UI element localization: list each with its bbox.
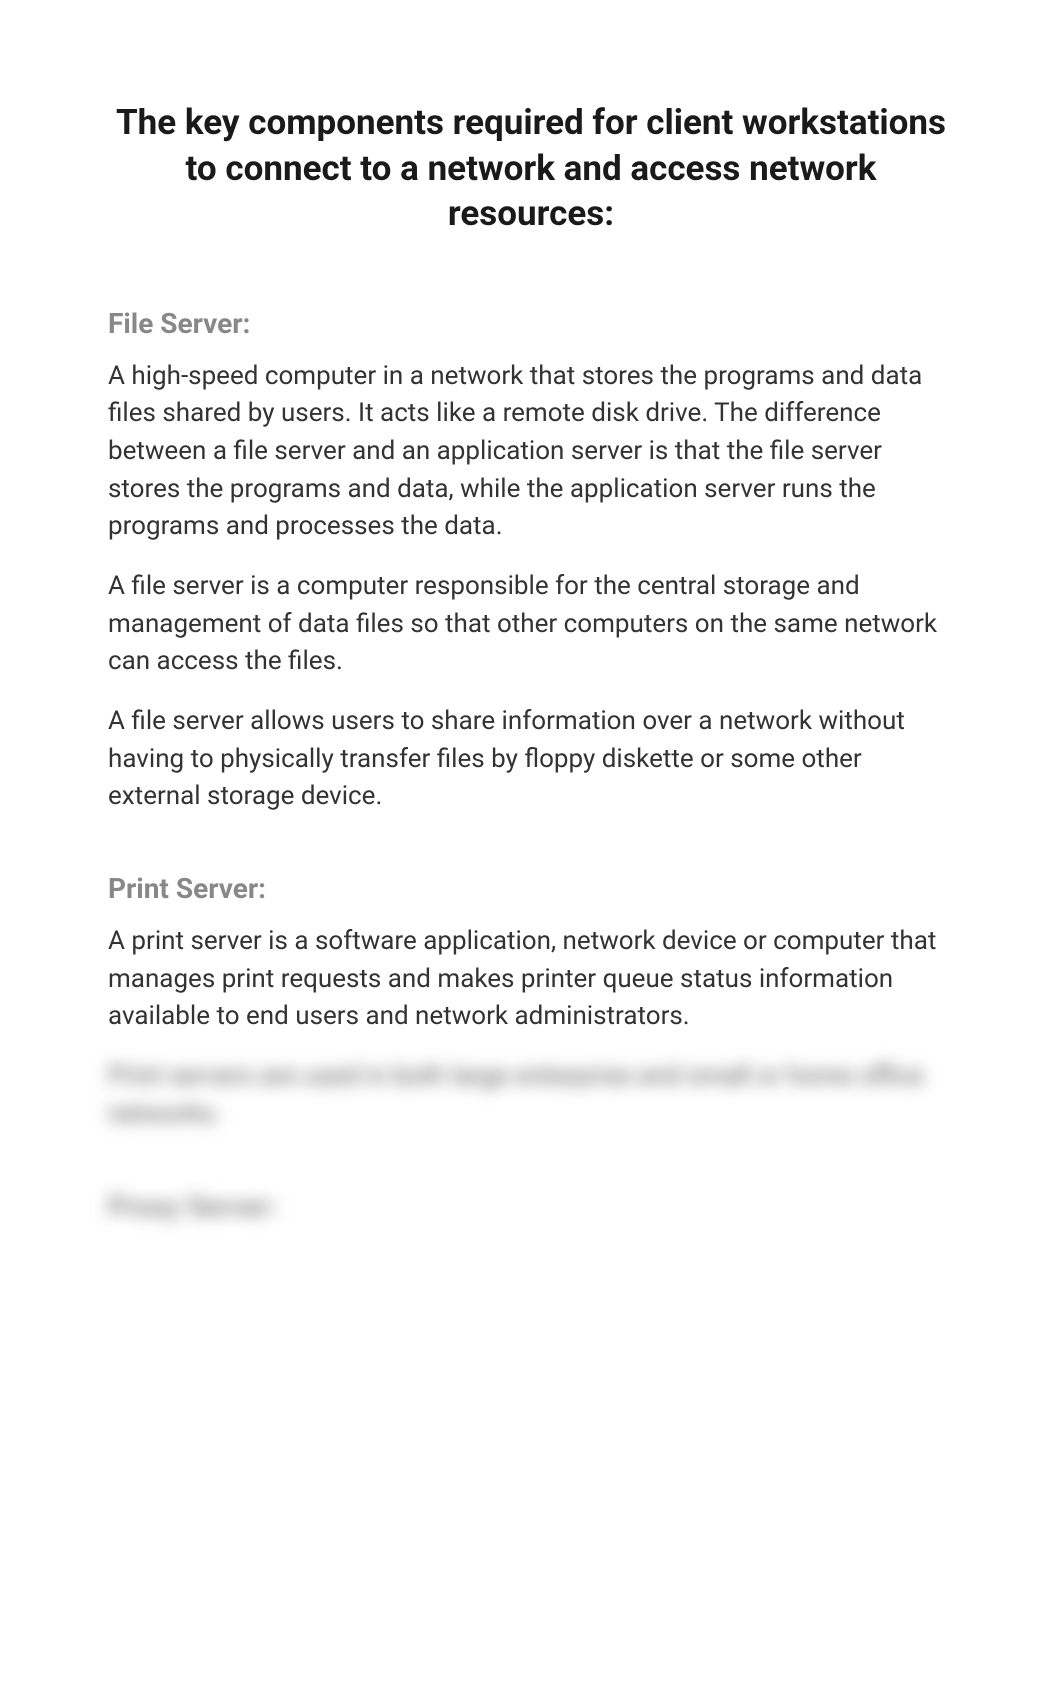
- blurred-paragraph: Print servers are used in both large ent…: [108, 1058, 954, 1133]
- paragraph-text: A print server is a software application…: [108, 923, 954, 1036]
- paragraph-text: A file server is a computer responsible …: [108, 568, 954, 681]
- section-heading-print-server: Print Server:: [108, 872, 954, 905]
- paragraph-text: A high-speed computer in a network that …: [108, 358, 954, 546]
- section-heading-file-server: File Server:: [108, 307, 954, 340]
- document-title: The key components required for client w…: [108, 100, 954, 237]
- paragraph-text: A file server allows users to share info…: [108, 703, 954, 816]
- section-heading-proxy-server-blurred: Proxy Server:: [108, 1190, 954, 1223]
